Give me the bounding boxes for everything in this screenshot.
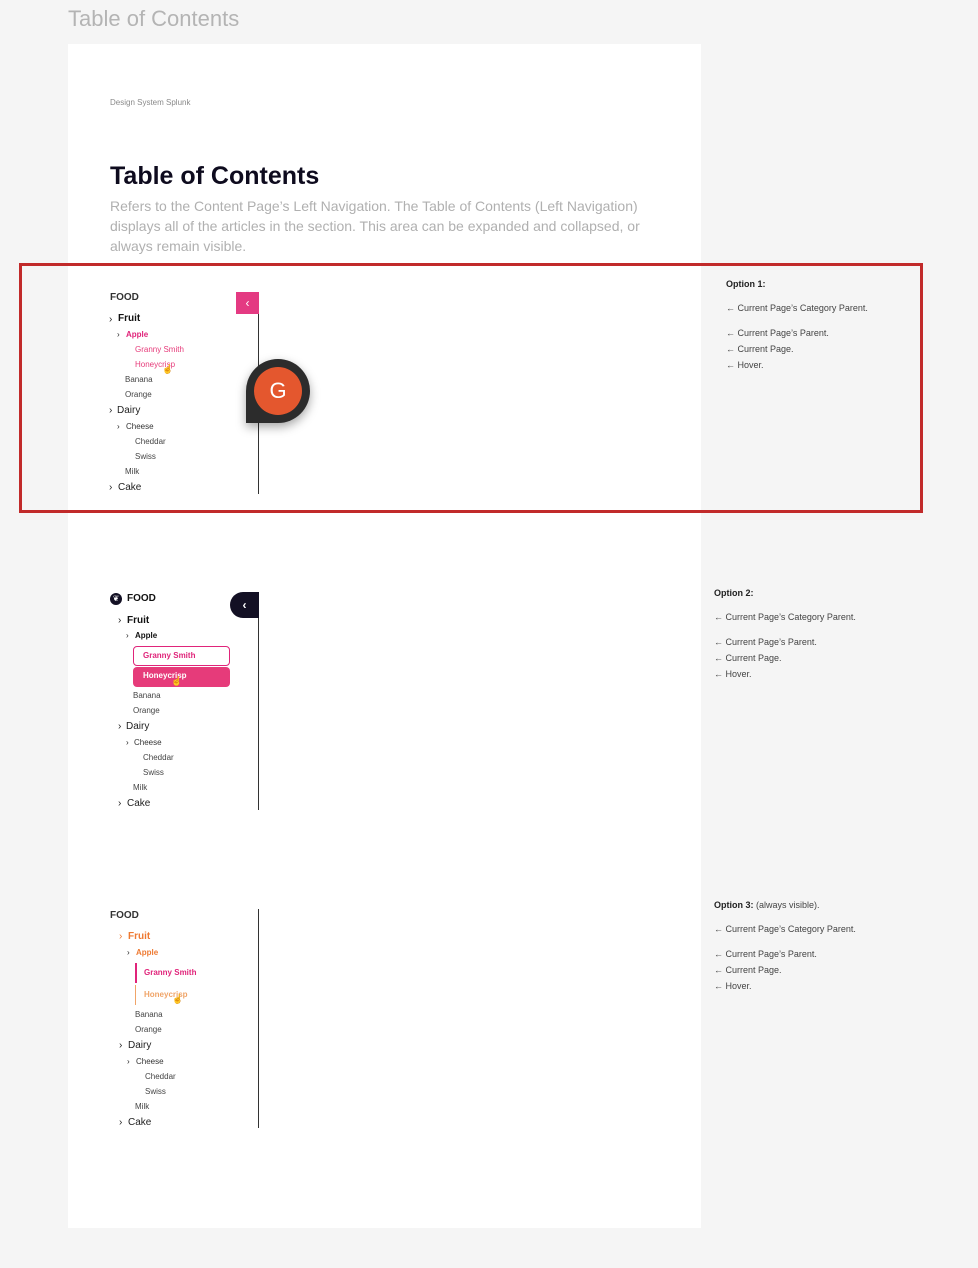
option-title: Option 3: [714,900,754,910]
option-suffix: (always visible). [753,900,820,910]
nav-item-granny-smith[interactable]: Granny Smith [143,652,195,660]
nav-item-apple[interactable]: Apple [135,632,157,640]
chevron-right-icon: › [109,314,113,325]
highlight-box [19,263,923,513]
nav-heading: FOOD [127,593,156,604]
nav-item-cake[interactable]: Cake [118,483,141,493]
note-current: ← Current Page. [726,344,794,354]
note-parent: ← Current Page’s Parent. [714,637,817,647]
chevron-right-icon: › [118,615,122,626]
nav-item-milk[interactable]: Milk [133,784,147,792]
nav-item-cheddar[interactable]: Cheddar [145,1073,176,1081]
chevron-left-icon: ‹ [242,598,247,612]
nav-item-apple[interactable]: Apple [126,331,148,339]
chevron-right-icon: › [109,482,113,493]
hand-cursor-icon: ☝ [162,364,174,374]
frame-title: Table of Contents [68,6,240,31]
nav-item-dairy[interactable]: Dairy [128,1041,151,1051]
nav-divider [258,592,259,810]
nav-item-orange[interactable]: Orange [133,707,160,715]
page-title: Table of Contents [110,162,320,190]
nav-item-banana[interactable]: Banana [125,376,153,384]
option-title: Option 2: [714,588,754,598]
nav-heading: FOOD [110,292,139,303]
chevron-right-icon: › [118,798,122,809]
note-category-parent: ← Current Page’s Category Parent. [714,612,856,622]
chevron-right-icon: › [126,738,129,747]
chevron-right-icon: › [126,631,129,640]
page-description: Refers to the Content Page’s Left Naviga… [110,198,640,254]
option-title: Option 1: [726,279,766,289]
chevron-right-icon: › [127,1057,130,1066]
chevron-right-icon: › [127,948,130,957]
nav-heading: FOOD [110,910,139,921]
nav-item-dairy[interactable]: Dairy [117,406,140,416]
food-icon: ❦ [110,593,122,605]
note-hover: ← Hover. [714,981,752,991]
note-category-parent: ← Current Page’s Category Parent. [714,924,856,934]
chevron-right-icon: › [119,1117,123,1128]
nav-item-fruit[interactable]: Fruit [127,616,149,626]
note-category-parent: ← Current Page’s Category Parent. [726,303,868,313]
nav-item-cheddar[interactable]: Cheddar [143,754,174,762]
nav-item-cheese[interactable]: Cheese [136,1058,164,1066]
nav-item-swiss[interactable]: Swiss [135,453,156,461]
chevron-right-icon: › [119,1040,123,1051]
note-hover: ← Hover. [714,669,752,679]
hand-cursor-icon: ☝ [171,676,183,686]
note-current: ← Current Page. [714,965,782,975]
nav-item-cheese[interactable]: Cheese [126,423,154,431]
comment-pin[interactable]: G [246,359,310,423]
nav-item-granny-smith[interactable]: Granny Smith [135,346,184,354]
nav-item-banana[interactable]: Banana [135,1011,163,1019]
chevron-left-icon: ‹ [245,296,250,310]
breadcrumb[interactable]: Design System Splunk [110,98,190,107]
chevron-right-icon: › [119,931,123,942]
note-parent: ← Current Page’s Parent. [714,949,817,959]
nav-item-milk[interactable]: Milk [135,1103,149,1111]
nav-item-granny-smith[interactable]: Granny Smith [144,969,196,977]
nav-item-dairy[interactable]: Dairy [126,722,149,732]
nav-item-orange[interactable]: Orange [135,1026,162,1034]
nav-item-fruit[interactable]: Fruit [118,314,140,324]
nav-item-fruit[interactable]: Fruit [128,932,150,942]
nav-item-apple[interactable]: Apple [136,949,158,957]
chevron-right-icon: › [117,422,120,431]
nav-item-cake[interactable]: Cake [128,1118,151,1128]
collapse-button[interactable]: ‹ [236,292,259,314]
nav-item-orange[interactable]: Orange [125,391,152,399]
nav-item-cheddar[interactable]: Cheddar [135,438,166,446]
chevron-right-icon: › [117,330,120,339]
nav-item-cake[interactable]: Cake [127,799,150,809]
nav-item-banana[interactable]: Banana [133,692,161,700]
nav-item-swiss[interactable]: Swiss [145,1088,166,1096]
note-hover: ← Hover. [726,360,764,370]
hover-indicator [135,985,136,1005]
hand-cursor-icon: ☝ [172,994,184,1004]
current-indicator [135,963,137,983]
nav-divider [258,909,259,1128]
nav-item-milk[interactable]: Milk [125,468,139,476]
note-parent: ← Current Page’s Parent. [726,328,829,338]
option-3-heading: Option 3: (always visible). [714,901,820,910]
nav-item-cheese[interactable]: Cheese [134,739,162,747]
nav-item-swiss[interactable]: Swiss [143,769,164,777]
chevron-right-icon: › [109,405,113,416]
note-current: ← Current Page. [714,653,782,663]
avatar: G [254,367,302,415]
chevron-right-icon: › [118,721,122,732]
collapse-button[interactable]: ‹ [230,592,259,618]
